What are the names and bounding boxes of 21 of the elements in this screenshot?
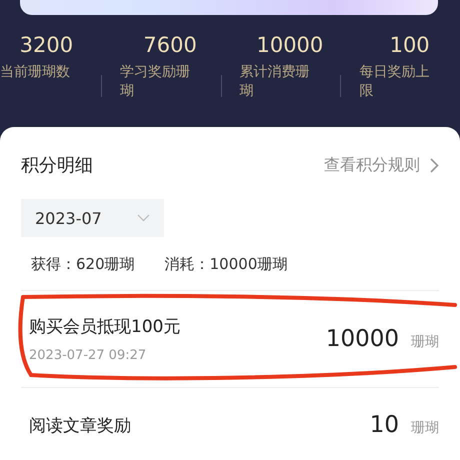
stat-value: 7600 — [143, 33, 197, 57]
stat-label: 每日奖励上限 — [359, 63, 430, 101]
stat-value: 3200 — [20, 33, 74, 57]
spent-summary: 消耗：10000珊瑚 — [164, 255, 288, 274]
stat-label: 累计消费珊瑚 — [240, 63, 310, 101]
stat-value: 10000 — [256, 33, 324, 57]
month-dropdown[interactable]: 2023-07 — [21, 199, 164, 237]
stat-value: 100 — [390, 33, 430, 57]
record-amount: 10000 — [326, 326, 399, 352]
stat-label: 当前珊瑚数 — [0, 63, 71, 82]
chevron-right-icon — [430, 158, 439, 172]
stat-label: 学习奖励珊瑚 — [120, 63, 191, 101]
record-time: 2023-07-27 09:27 — [29, 348, 148, 363]
section-title: 积分明细 — [21, 154, 93, 177]
record-unit: 珊瑚 — [411, 419, 439, 437]
record-unit: 珊瑚 — [411, 333, 439, 351]
earned-summary: 获得：620珊瑚 — [31, 255, 135, 274]
record-title: 阅读文章奖励 — [29, 414, 131, 436]
record-title: 购买会员抵现100元 — [29, 316, 180, 338]
chevron-down-icon — [137, 214, 150, 222]
record-amount: 10 — [370, 412, 399, 438]
